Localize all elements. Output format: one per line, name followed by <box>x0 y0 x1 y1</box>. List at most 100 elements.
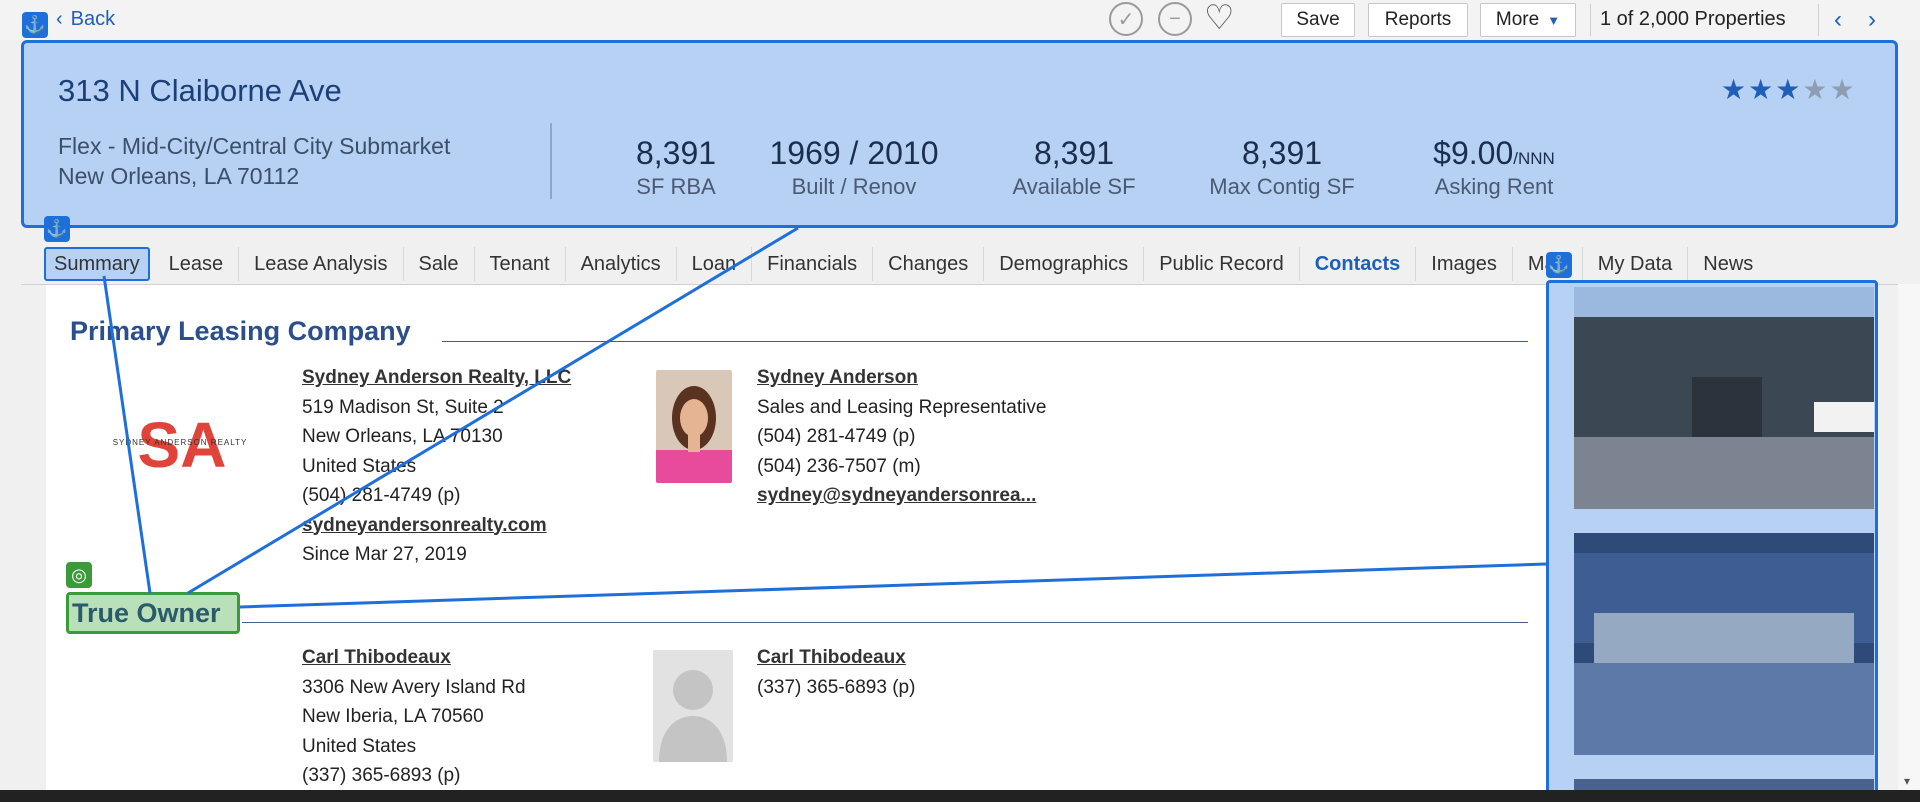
stat-label: Max Contig SF <box>1209 174 1355 199</box>
star-rating: ★★★★★ <box>1721 73 1857 106</box>
tab-financials[interactable]: Financials <box>752 247 874 281</box>
back-button[interactable]: ‹ Back <box>56 8 115 31</box>
stat-value: 8,391 <box>1241 135 1323 171</box>
tab-loan[interactable]: Loan <box>677 247 753 281</box>
tab-news[interactable]: News <box>1688 247 1768 281</box>
scrollbar[interactable]: ▾ <box>1898 284 1920 792</box>
stat-value: $9.00/NNN <box>1394 135 1594 172</box>
more-button[interactable]: More ▼ <box>1480 3 1576 37</box>
company-street: 519 Madison St, Suite 2 <box>302 396 504 418</box>
company-website-link[interactable]: sydneyandersonrealty.com <box>302 511 571 541</box>
leasing-contact-info: Sydney Anderson Sales and Leasing Repres… <box>757 363 1046 511</box>
property-address: 313 N Claiborne Ave <box>58 73 342 108</box>
star-icon: ★ <box>1775 74 1803 105</box>
property-image-exterior[interactable] <box>1574 287 1874 509</box>
save-button[interactable]: Save <box>1281 3 1355 37</box>
property-header: 313 N Claiborne Ave ★★★★★ Flex - Mid-Cit… <box>21 40 1898 228</box>
stat-sf-rba: 8,391 SF RBA <box>591 135 761 200</box>
owner-contact-phone: (337) 365-6893 (p) <box>757 676 916 698</box>
owner-city: New Iberia, LA 70560 <box>302 706 484 727</box>
avatar-placeholder-icon <box>653 650 733 762</box>
tab-bar: Summary Lease Lease Analysis Sale Tenant… <box>44 244 1768 289</box>
check-icon[interactable]: ✓ <box>1109 2 1143 36</box>
scroll-down-icon[interactable]: ▾ <box>1904 774 1910 788</box>
svg-text:SYDNEY ANDERSON REALTY: SYDNEY ANDERSON REALTY <box>113 438 248 447</box>
taskbar <box>0 790 1920 802</box>
company-logo: SA SYDNEY ANDERSON REALTY <box>113 409 248 475</box>
contact-photo <box>656 370 732 483</box>
tab-tenant[interactable]: Tenant <box>475 247 566 281</box>
caret-down-icon: ▼ <box>1547 12 1561 28</box>
heart-icon[interactable]: ♡ <box>1204 0 1234 36</box>
rent-suffix: /NNN <box>1513 149 1555 168</box>
section-rule <box>242 622 1528 623</box>
company-country: United States <box>302 455 417 477</box>
company-city: New Orleans, LA 70130 <box>302 426 503 447</box>
tab-images[interactable]: Images <box>1416 247 1513 281</box>
contact-email-link[interactable]: sydney@sydneyandersonrea... <box>757 481 1046 511</box>
company-name-link[interactable]: Sydney Anderson Realty, LLC <box>302 363 571 393</box>
divider <box>550 123 552 199</box>
stat-asking-rent: $9.00/NNN Asking Rent <box>1394 135 1594 200</box>
minus-icon[interactable]: − <box>1158 2 1192 36</box>
owner-name-link[interactable]: Carl Thibodeaux <box>302 643 526 673</box>
property-type: Flex - Mid-City/Central City Submarket <box>58 133 451 159</box>
target-icon: ◎ <box>66 562 92 588</box>
stat-value: 8,391 <box>635 135 717 171</box>
owner-company-info: Carl Thibodeaux 3306 New Avery Island Rd… <box>302 643 526 791</box>
stat-value: 8,391 <box>1033 135 1115 171</box>
owner-country: United States <box>302 735 417 757</box>
star-icon: ★ <box>1829 74 1857 105</box>
company-since: Since Mar 27, 2019 <box>302 544 467 565</box>
owner-phone: (337) 365-6893 (p) <box>302 765 461 786</box>
contact-name-link[interactable]: Sydney Anderson <box>757 363 1046 393</box>
anchor-icon: ⚓ <box>44 216 70 242</box>
owner-contact-info: Carl Thibodeaux (337) 365-6893 (p) <box>757 643 915 702</box>
divider <box>1590 4 1591 36</box>
next-property-icon[interactable]: › <box>1868 6 1876 34</box>
tab-public-record[interactable]: Public Record <box>1144 247 1300 281</box>
previous-property-icon[interactable]: ‹ <box>1834 6 1842 34</box>
property-subtitle: Flex - Mid-City/Central City Submarket N… <box>58 131 450 191</box>
contact-mobile: (504) 236-7507 (m) <box>757 455 921 477</box>
tab-analytics[interactable]: Analytics <box>566 247 677 281</box>
tab-lease[interactable]: Lease <box>154 247 240 281</box>
stat-max-contig-sf: 8,391 Max Contig SF <box>1177 135 1387 200</box>
stat-label: Built / Renov <box>791 174 917 199</box>
property-image-interior[interactable] <box>1574 533 1874 755</box>
contacts-panel <box>46 285 1546 793</box>
owner-street: 3306 New Avery Island Rd <box>302 676 526 698</box>
anchor-icon: ⚓ <box>22 12 48 38</box>
stat-label: SF RBA <box>636 174 716 199</box>
contact-title: Sales and Leasing Representative <box>757 396 1047 418</box>
more-label: More <box>1495 9 1540 30</box>
tab-demographics[interactable]: Demographics <box>984 247 1145 281</box>
stat-built-renov: 1969 / 2010 Built / Renov <box>754 135 954 200</box>
tab-changes[interactable]: Changes <box>873 247 985 281</box>
star-icon: ★ <box>1748 74 1776 105</box>
anchor-icon: ⚓ <box>1546 252 1572 278</box>
image-gallery[interactable] <box>1546 280 1878 802</box>
section-rule <box>442 341 1528 342</box>
company-phone: (504) 281-4749 (p) <box>302 485 461 506</box>
stat-label: Available SF <box>1012 174 1136 199</box>
leasing-company-info: Sydney Anderson Realty, LLC 519 Madison … <box>302 363 571 570</box>
tab-lease-analysis[interactable]: Lease Analysis <box>239 247 404 281</box>
tab-sale[interactable]: Sale <box>404 247 475 281</box>
property-count: 1 of 2,000 Properties <box>1600 8 1786 30</box>
reports-button[interactable]: Reports <box>1368 3 1468 37</box>
tab-contacts[interactable]: Contacts <box>1300 247 1417 289</box>
contact-phone: (504) 281-4749 (p) <box>757 426 916 447</box>
tab-summary[interactable]: Summary <box>44 247 150 281</box>
star-icon: ★ <box>1802 74 1830 105</box>
property-city: New Orleans, LA 70112 <box>58 163 300 189</box>
back-label: Back <box>70 8 116 30</box>
true-owner-heading: True Owner <box>66 592 240 634</box>
tab-my-data[interactable]: My Data <box>1583 247 1689 281</box>
stat-available-sf: 8,391 Available SF <box>974 135 1174 200</box>
divider <box>1818 4 1819 36</box>
star-icon: ★ <box>1721 74 1749 105</box>
chevron-left-icon: ‹ <box>56 8 63 30</box>
stat-label: Asking Rent <box>1434 174 1554 199</box>
owner-contact-name-link[interactable]: Carl Thibodeaux <box>757 643 915 673</box>
